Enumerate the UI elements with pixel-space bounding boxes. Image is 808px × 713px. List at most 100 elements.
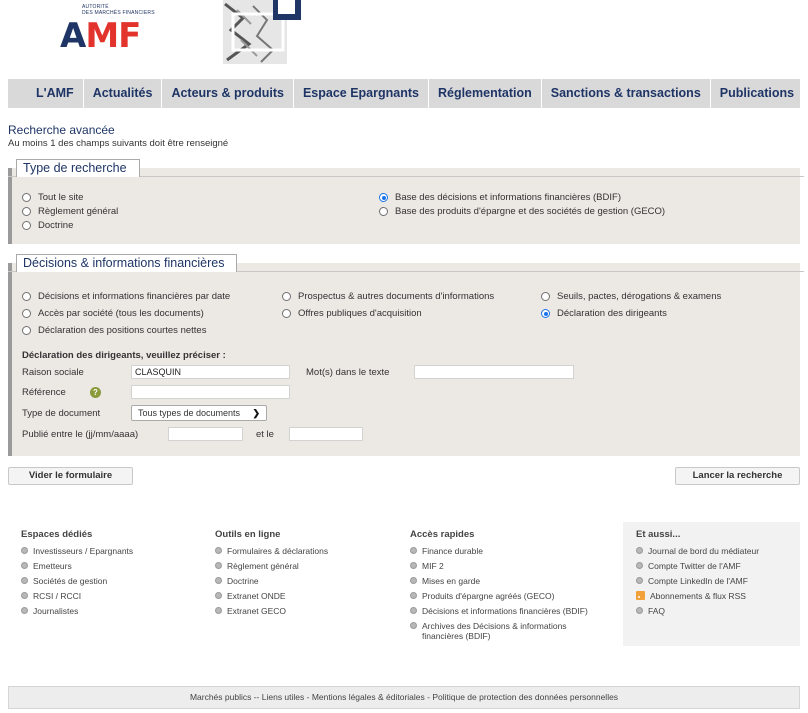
footer-link[interactable]: Doctrine xyxy=(215,576,328,586)
footer-link-label: Doctrine xyxy=(227,576,259,586)
footer-link[interactable]: Investisseurs / Epargnants xyxy=(21,546,133,556)
radio-button[interactable] xyxy=(22,221,31,230)
footer-link-label: RCSI / RCCI xyxy=(33,591,82,601)
radio-prospectus[interactable]: Prospectus & autres documents d'informat… xyxy=(282,291,494,302)
bullet-icon xyxy=(636,547,643,554)
footer-link[interactable]: Compte LinkedIn de l'AMF xyxy=(636,576,796,586)
bullet-icon xyxy=(410,562,417,569)
footer-link[interactable]: Journalistes xyxy=(21,606,133,616)
date-from-input[interactable] xyxy=(168,427,243,441)
logo-subtitle: AUTORITÉ DES MARCHÉS FINANCIERS xyxy=(82,4,155,16)
amf-logo[interactable]: AMF xyxy=(60,16,141,56)
bullet-icon xyxy=(215,547,222,554)
nav-item-sanctions-transactions[interactable]: Sanctions & transactions xyxy=(542,79,711,108)
reference-label: Référence xyxy=(22,387,66,398)
page-title: Recherche avancée xyxy=(8,123,115,137)
radio-button-selected[interactable] xyxy=(541,309,550,318)
radio-button[interactable] xyxy=(22,326,31,335)
footer-link-label: Compte LinkedIn de l'AMF xyxy=(648,576,748,586)
nav-item-actualites[interactable]: Actualités xyxy=(84,79,163,108)
radio-label: Règlement général xyxy=(38,206,119,217)
radio-declaration-dirigeants[interactable]: Déclaration des dirigeants xyxy=(541,308,667,319)
logo-letter-a: A xyxy=(60,16,86,56)
bullet-icon xyxy=(21,562,28,569)
bullet-icon xyxy=(410,607,417,614)
rss-icon xyxy=(636,591,645,600)
footer-link-label: Abonnements & flux RSS xyxy=(650,591,746,601)
footer-link-label: Journal de bord du médiateur xyxy=(648,546,760,556)
nav-item-acteurs-produits[interactable]: Acteurs & produits xyxy=(162,79,294,108)
footer-acces-rapides: Accès rapides Finance durable MIF 2 Mise… xyxy=(410,529,610,646)
radio-tout-le-site[interactable]: Tout le site xyxy=(22,192,83,203)
radio-label: Base des décisions et informations finan… xyxy=(395,192,621,203)
footer-link[interactable]: Produits d'épargne agréés (GECO) xyxy=(410,591,610,601)
footer-link-label: Extranet GECO xyxy=(227,606,287,616)
raison-sociale-input[interactable] xyxy=(131,365,290,379)
link-politique-donnees[interactable]: Politique de protection des données pers… xyxy=(432,692,618,702)
footer-link[interactable]: Formulaires & déclarations xyxy=(215,546,328,556)
nav-item-publications[interactable]: Publications xyxy=(711,79,803,108)
radio-seuils-pactes[interactable]: Seuils, pactes, dérogations & examens xyxy=(541,291,721,302)
radio-button[interactable] xyxy=(541,292,550,301)
radio-button[interactable] xyxy=(22,207,31,216)
nav-item-lamf[interactable]: L'AMF xyxy=(8,79,84,108)
link-marches-publics[interactable]: Marchés publics xyxy=(190,692,251,702)
footer-link[interactable]: Compte Twitter de l'AMF xyxy=(636,561,796,571)
footer-link[interactable]: RCSI / RCCI xyxy=(21,591,133,601)
date-to-input[interactable] xyxy=(289,427,363,441)
bullet-icon xyxy=(21,592,28,599)
bullet-icon xyxy=(410,577,417,584)
radio-label: Déclaration des dirigeants xyxy=(557,308,667,319)
footer-espaces-dedies: Espaces dédiés Investisseurs / Epargnant… xyxy=(21,529,133,621)
radio-button[interactable] xyxy=(22,193,31,202)
radio-bdif[interactable]: Base des décisions et informations finan… xyxy=(379,192,621,203)
radio-offres-publiques[interactable]: Offres publiques d'acquisition xyxy=(282,308,422,319)
radio-geco[interactable]: Base des produits d'épargne et des socié… xyxy=(379,206,665,217)
footer-link[interactable]: Décisions et informations financières (B… xyxy=(410,606,610,616)
radio-button[interactable] xyxy=(282,309,291,318)
radio-button-selected[interactable] xyxy=(379,193,388,202)
nav-item-reglementation[interactable]: Réglementation xyxy=(429,79,542,108)
footer-link[interactable]: Règlement général xyxy=(215,561,328,571)
radio-label: Prospectus & autres documents d'informat… xyxy=(298,291,495,302)
footer-link[interactable]: Mises en garde xyxy=(410,576,610,586)
link-mentions-legales[interactable]: Mentions légales & éditoriales xyxy=(312,692,425,702)
radio-button[interactable] xyxy=(22,309,31,318)
footer-link[interactable]: Emetteurs xyxy=(21,561,133,571)
radio-reglement-general[interactable]: Règlement général xyxy=(22,206,118,217)
help-icon[interactable]: ? xyxy=(90,387,101,398)
radio-decisions-par-date[interactable]: Décisions et informations financières pa… xyxy=(22,291,230,302)
radio-positions-courtes[interactable]: Déclaration des positions courtes nettes xyxy=(22,325,206,336)
link-liens-utiles[interactable]: Liens utiles xyxy=(262,692,305,702)
footer-link[interactable]: Finance durable xyxy=(410,546,610,556)
reference-input[interactable] xyxy=(131,385,290,399)
bullet-icon xyxy=(21,547,28,554)
footer-link[interactable]: Archives des Décisions & informations fi… xyxy=(410,621,610,641)
footer-link-label: Investisseurs / Epargnants xyxy=(33,546,134,556)
footer-link[interactable]: FAQ xyxy=(636,606,796,616)
bullet-icon xyxy=(21,607,28,614)
nav-item-espace-epargnants[interactable]: Espace Epargnants xyxy=(294,79,429,108)
footer-link[interactable]: Extranet ONDE xyxy=(215,591,328,601)
bullet-icon xyxy=(215,592,222,599)
bullet-icon xyxy=(636,607,643,614)
radio-acces-par-societe[interactable]: Accès par société (tous les documents) xyxy=(22,308,204,319)
type-document-select[interactable]: Tous types de documents ❯ xyxy=(131,405,267,421)
clear-form-button[interactable]: Vider le formulaire xyxy=(8,467,133,485)
footer-link[interactable]: MIF 2 xyxy=(410,561,610,571)
bullet-icon xyxy=(636,562,643,569)
radio-doctrine[interactable]: Doctrine xyxy=(22,220,73,231)
footer-link-label: MIF 2 xyxy=(422,561,444,571)
bullet-icon xyxy=(410,592,417,599)
footer-heading: Espaces dédiés xyxy=(21,529,93,540)
footer-link[interactable]: Sociétés de gestion xyxy=(21,576,133,586)
radio-button[interactable] xyxy=(22,292,31,301)
radio-button[interactable] xyxy=(282,292,291,301)
footer-link[interactable]: Journal de bord du médiateur xyxy=(636,546,796,556)
footer-link[interactable]: Abonnements & flux RSS xyxy=(636,591,796,601)
footer-link[interactable]: Extranet GECO xyxy=(215,606,328,616)
mots-texte-input[interactable] xyxy=(414,365,574,379)
search-button[interactable]: Lancer la recherche xyxy=(675,467,800,485)
footer-link-label: Décisions et informations financières (B… xyxy=(422,606,588,616)
radio-button[interactable] xyxy=(379,207,388,216)
